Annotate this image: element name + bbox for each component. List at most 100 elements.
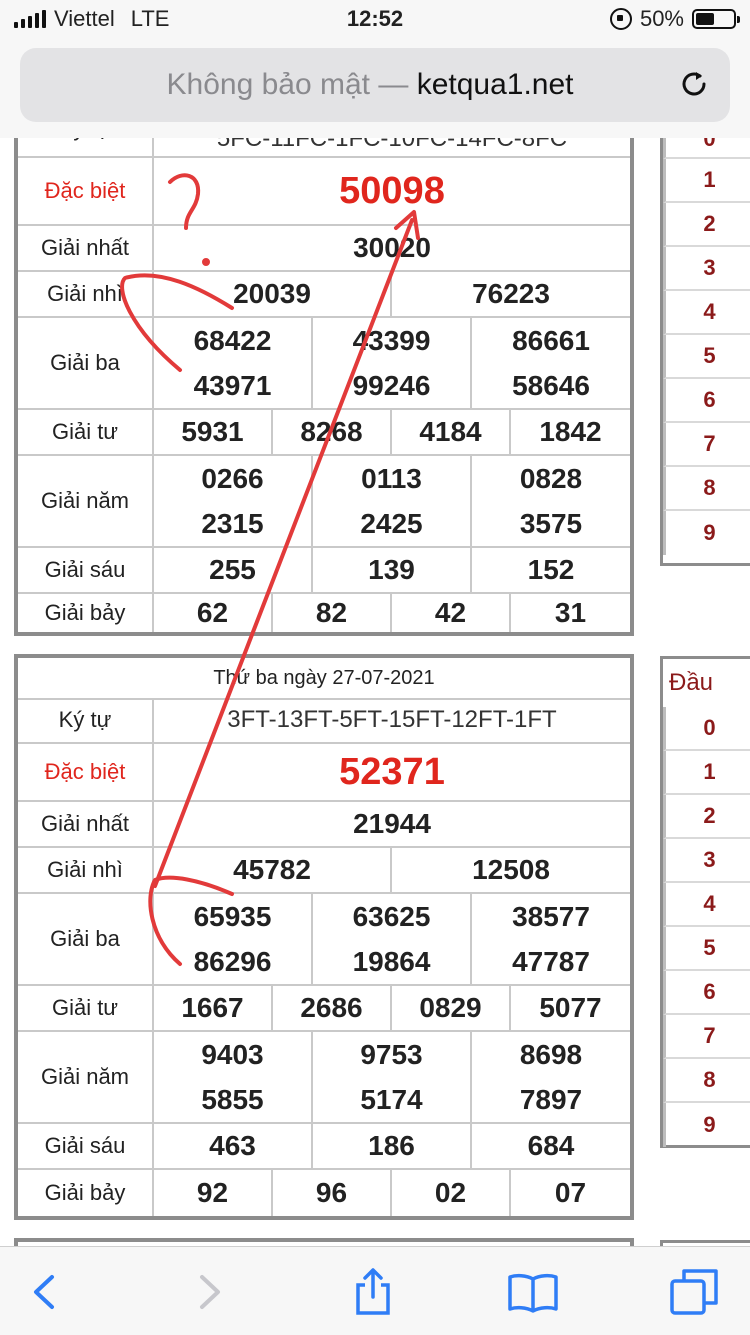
- row-sixth: Giải sáu 463 186 684: [18, 1124, 630, 1170]
- page-content: Ký tự 5FC-11FC-1FC-10FC-14FC-8FC Đặc biệ…: [0, 138, 750, 1246]
- row-code: Ký tự 3FT-13FT-5FT-15FT-12FT-1FT: [18, 698, 630, 744]
- prize-value: 5077: [539, 992, 602, 1023]
- prize-value: 5174: [313, 1078, 472, 1122]
- prize-value: 2315: [154, 502, 313, 546]
- row-label: Giải tư: [18, 410, 154, 454]
- prize-value: 02: [392, 1170, 511, 1216]
- row-label: Giải ba: [18, 894, 154, 984]
- prize-value: 20039: [154, 272, 392, 316]
- prize-value: 65935: [154, 894, 313, 940]
- row-seventh: Giải bảy 92 96 02 07: [18, 1170, 630, 1216]
- prize-value: 19864: [313, 940, 472, 984]
- prize-value: 42: [392, 594, 511, 632]
- url-domain: ketqua1.net: [416, 68, 574, 101]
- digit-cell: 8: [663, 467, 750, 511]
- row-label: Giải tư: [18, 986, 154, 1030]
- digit-cell: 7: [663, 1015, 750, 1059]
- row-fourth: Giải tư 1667 2686 0829 5077: [18, 986, 630, 1032]
- prize-value: 0829: [392, 986, 511, 1030]
- row-first: Giải nhất 21944: [18, 802, 630, 848]
- draw-date: Thứ ba ngày 27-07-2021: [18, 658, 630, 700]
- battery-icon: [692, 9, 740, 29]
- prize-value: 1667: [154, 986, 273, 1030]
- row-second: Giải nhì 20039 76223: [18, 272, 630, 318]
- prize-value: 92: [154, 1170, 273, 1216]
- head-digit-table-2: Đầu 0 1 2 3 4 5 6 7 8 9: [660, 656, 750, 1148]
- prize-value: 255: [154, 548, 313, 592]
- prize-value: 0266: [154, 456, 313, 502]
- prize-value: 62: [154, 594, 273, 632]
- row-label: Giải năm: [18, 1032, 154, 1122]
- prize-value: 0113: [313, 456, 472, 502]
- results-table-2: Thứ ba ngày 27-07-2021 Ký tự 3FT-13FT-5F…: [14, 654, 634, 1220]
- prize-value: 152: [527, 554, 575, 585]
- prize-value: 58646: [512, 370, 590, 401]
- prize-value: 30020: [353, 232, 431, 263]
- row-fifth: Giải năm 0266 0113 0828 2315 2425 3575: [18, 456, 630, 548]
- digit-cell: 8: [663, 1059, 750, 1103]
- reload-icon[interactable]: [678, 68, 710, 100]
- digit-cell: 2: [663, 203, 750, 247]
- row-label: Đặc biệt: [18, 744, 154, 800]
- row-label: Ký tự: [18, 138, 154, 156]
- digit-cell: 3: [663, 247, 750, 291]
- share-icon[interactable]: [346, 1265, 400, 1319]
- head-digit-table-1: 0 1 2 3 4 5 6 7 8 9: [660, 138, 750, 566]
- digit-cell: 9: [663, 511, 750, 555]
- security-label: Không bảo mật —: [166, 68, 409, 101]
- prize-value: 68422: [154, 318, 313, 364]
- digit-cell: 6: [663, 971, 750, 1015]
- prize-value: 186: [313, 1124, 472, 1168]
- head-column-title: Đầu: [669, 669, 714, 696]
- prize-value: 86661: [512, 325, 590, 356]
- prize-value: 45782: [154, 848, 392, 892]
- digit-cell: 1: [663, 751, 750, 795]
- rotation-lock-icon: [609, 8, 632, 30]
- digit-cell: 3: [663, 839, 750, 883]
- prize-value: 43971: [154, 364, 313, 408]
- prize-value: 139: [313, 548, 472, 592]
- row-third: Giải ba 65935 63625 38577 86296 19864 47…: [18, 894, 630, 986]
- forward-icon[interactable]: [182, 1265, 236, 1319]
- row-special: Đặc biệt 52371: [18, 744, 630, 802]
- special-prize: 50098: [339, 169, 445, 212]
- results-table-1: Ký tự 5FC-11FC-1FC-10FC-14FC-8FC Đặc biệ…: [14, 138, 634, 636]
- row-label: Giải nhì: [18, 272, 154, 316]
- prize-value: 8698: [519, 1039, 583, 1070]
- digit-cell: 0: [663, 138, 750, 159]
- tabs-icon[interactable]: [668, 1265, 722, 1319]
- prize-value: 31: [554, 597, 587, 628]
- back-icon[interactable]: [18, 1265, 72, 1319]
- browser-toolbar: [0, 1246, 750, 1335]
- digit-cell: 5: [663, 927, 750, 971]
- digit-cell: 6: [663, 379, 750, 423]
- row-label: Giải sáu: [18, 548, 154, 592]
- digit-cell: 4: [663, 291, 750, 335]
- prize-value: 76223: [472, 278, 550, 309]
- row-label: Đặc biệt: [18, 158, 154, 224]
- digit-cell: 7: [663, 423, 750, 467]
- prize-value: 5855: [154, 1078, 313, 1122]
- code-value: 5FC-11FC-1FC-10FC-14FC-8FC: [216, 138, 568, 152]
- status-bar: Viettel LTE 12:52 50%: [0, 0, 750, 42]
- prize-value: 12508: [472, 854, 550, 885]
- row-label: Giải bảy: [18, 1170, 154, 1216]
- prize-value: 2686: [273, 986, 392, 1030]
- row-seventh: Giải bảy 62 82 42 31: [18, 594, 630, 632]
- code-value: 3FT-13FT-5FT-15FT-12FT-1FT: [227, 706, 557, 733]
- row-label: Giải nhất: [18, 802, 154, 846]
- address-bar[interactable]: Không bảo mật — ketqua1.net: [20, 48, 730, 122]
- prize-value: 82: [273, 594, 392, 632]
- prize-value: 0828: [519, 463, 583, 494]
- row-label: Giải nhì: [18, 848, 154, 892]
- bookmarks-icon[interactable]: [506, 1265, 560, 1319]
- prize-value: 684: [527, 1130, 575, 1161]
- prize-value: 38577: [512, 901, 590, 932]
- digit-cell: 5: [663, 335, 750, 379]
- special-prize: 52371: [339, 750, 445, 793]
- digit-cell: 2: [663, 795, 750, 839]
- prize-value: 8268: [273, 410, 392, 454]
- digit-cell: 1: [663, 159, 750, 203]
- row-sixth: Giải sáu 255 139 152: [18, 548, 630, 594]
- row-label: Giải sáu: [18, 1124, 154, 1168]
